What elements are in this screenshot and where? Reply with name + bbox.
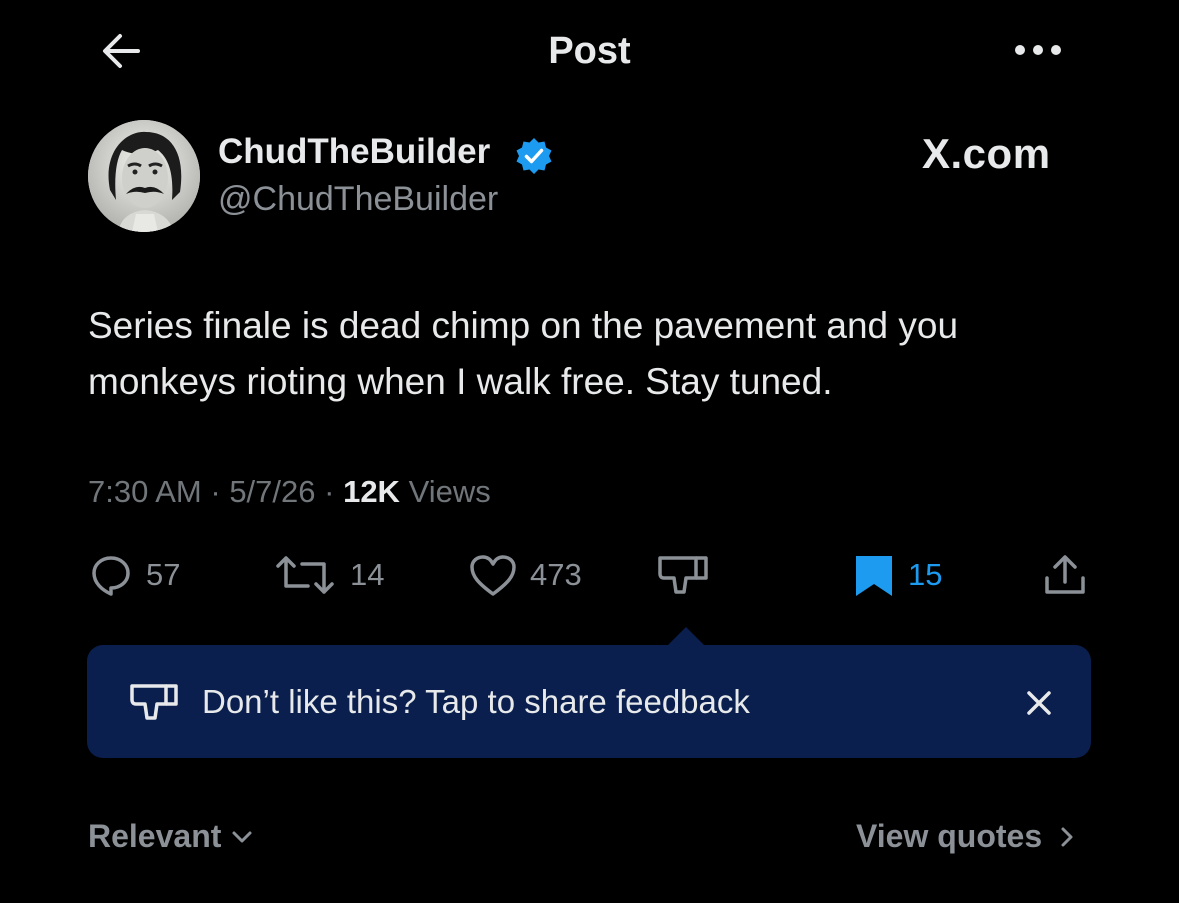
meta-separator: · [210, 474, 230, 509]
bookmark-button[interactable]: 15 [852, 552, 942, 598]
feedback-pointer [666, 627, 706, 647]
feedback-text[interactable]: Don’t like this? Tap to share feedback [202, 683, 750, 721]
author-handle[interactable]: @ChudTheBuilder [218, 180, 498, 219]
heart-icon [470, 555, 516, 596]
avatar[interactable] [88, 120, 200, 232]
views-count[interactable]: 12K [343, 474, 400, 509]
page-title: Post [548, 30, 631, 72]
view-quotes-label: View quotes [856, 818, 1043, 854]
repost-button[interactable]: 14 [272, 552, 384, 598]
bookmark-count: 15 [908, 557, 943, 592]
bookmark-icon [856, 556, 892, 596]
watermark: X.com [922, 130, 1051, 177]
view-quotes-link[interactable]: View quotes [856, 818, 1082, 855]
post-date: 5/7/26 [229, 474, 316, 509]
meta-separator: · [324, 474, 344, 509]
more-options-icon[interactable] [1012, 38, 1064, 62]
like-count: 473 [530, 557, 582, 592]
post-text: Series finale is dead chimp on the pavem… [88, 305, 959, 402]
share-button[interactable] [1042, 552, 1088, 598]
reply-icon [92, 556, 130, 596]
sort-label: Relevant [88, 818, 222, 854]
reply-button[interactable]: 57 [88, 552, 180, 598]
dislike-button[interactable] [656, 552, 710, 598]
share-icon [1045, 555, 1085, 594]
sort-dropdown[interactable]: Relevant [88, 818, 257, 855]
author-name[interactable]: ChudTheBuilder [218, 132, 490, 172]
like-button[interactable]: 473 [468, 552, 582, 598]
verified-badge-icon [514, 136, 554, 176]
thumbs-down-icon [128, 680, 180, 724]
chevron-down-icon [232, 831, 252, 842]
repost-icon [276, 556, 334, 594]
reply-count: 57 [146, 557, 181, 592]
views-label: Views [408, 474, 491, 509]
post-time: 7:30 AM [88, 474, 202, 509]
thumbs-down-icon [658, 556, 708, 594]
post-meta: 7:30 AM · 5/7/26 · 12K Views [88, 474, 491, 510]
close-icon[interactable] [1022, 686, 1056, 720]
repost-count: 14 [350, 557, 385, 592]
chevron-right-icon [1061, 827, 1073, 846]
